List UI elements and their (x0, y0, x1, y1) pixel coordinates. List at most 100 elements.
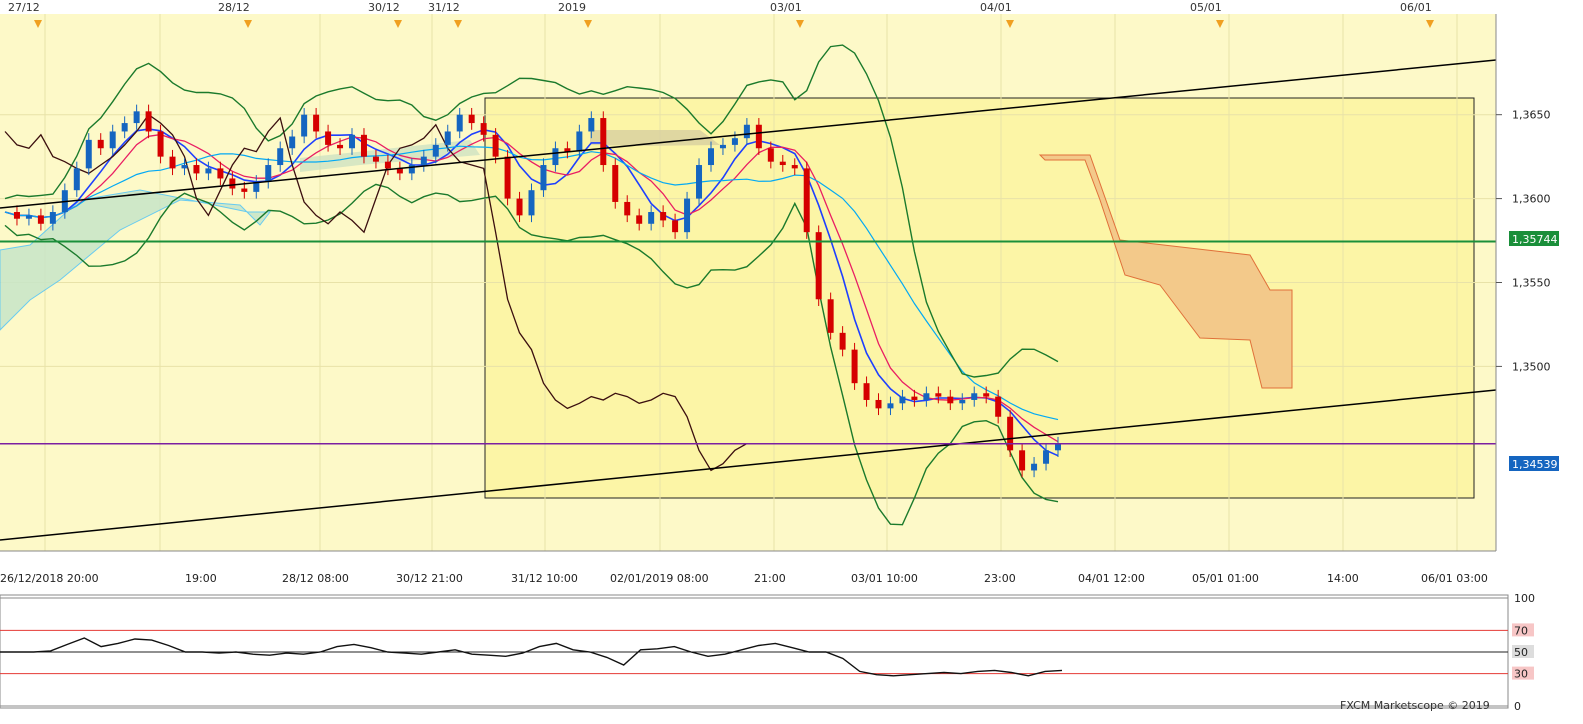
current-price-label: 1,34539 (1512, 458, 1558, 471)
candle-body (875, 399, 882, 409)
candle-body (504, 156, 511, 199)
candle-body (420, 156, 427, 166)
candle-body (696, 165, 703, 199)
price-tick-label: 1,3550 (1512, 277, 1551, 290)
price-chart-svg[interactable]: 27/12 28/12 30/12 31/12 2019 03/01 04/01 05/01 0… (0, 0, 1583, 720)
top-date-label: 04/01 (980, 1, 1012, 14)
price-tick-label: 1,3600 (1512, 193, 1551, 206)
candle-body (289, 136, 296, 149)
candle-body (241, 188, 248, 192)
candle-body (456, 114, 463, 132)
candle-body (217, 168, 224, 179)
highlight-box (484, 97, 1475, 499)
candle-body (600, 118, 607, 166)
top-date-label: 27/12 (8, 1, 40, 14)
candle-body (1031, 463, 1038, 471)
candle-body (731, 138, 738, 145)
candle-body (552, 148, 559, 166)
candle-body (121, 123, 128, 132)
candle-body (863, 383, 870, 400)
candle-body (899, 396, 906, 404)
candle-body (229, 178, 236, 189)
candle-body (743, 124, 750, 139)
candle-body (935, 393, 942, 397)
rsi-level-label: 50 (1514, 646, 1528, 659)
candle-body (384, 161, 391, 169)
candle-body (205, 168, 212, 174)
candle-body (408, 165, 415, 174)
candle-body (349, 134, 356, 149)
top-date-label: 30/12 (368, 1, 400, 14)
candle-body (707, 148, 714, 166)
time-tick-label: 03/01 10:00 (851, 572, 918, 585)
candle-body (779, 161, 786, 166)
candle-body (660, 212, 667, 221)
candle-body (911, 396, 918, 400)
candle-body (265, 165, 272, 182)
top-date-label: 03/01 (770, 1, 802, 14)
candle-body (588, 118, 595, 132)
candle-body (540, 165, 547, 191)
time-tick-label: 06/01 03:00 (1421, 572, 1488, 585)
candle-body (959, 399, 966, 404)
credit-text: FXCM Marketscope © 2019 (1340, 699, 1490, 712)
candle-body (755, 124, 762, 149)
candle-body (1043, 450, 1050, 464)
candle-body (432, 144, 439, 157)
candle-body (1019, 450, 1026, 471)
candle-body (313, 114, 320, 132)
candle-body (169, 156, 176, 169)
candle-body (1055, 443, 1061, 451)
price-tick-label: 1,3650 (1512, 109, 1551, 122)
candle-body (97, 139, 104, 149)
time-axis (0, 551, 1583, 591)
candle-body (827, 299, 834, 333)
candle-body (612, 165, 619, 202)
candle-body (337, 144, 344, 149)
candle-body (648, 212, 655, 224)
candle-body (49, 212, 56, 224)
candle-body (995, 396, 1002, 417)
rsi-level-label: 0 (1514, 700, 1521, 713)
candle-body (444, 131, 451, 145)
candle-body (636, 215, 643, 224)
time-tick-label: 04/01 12:00 (1078, 572, 1145, 585)
top-date-label: 31/12 (428, 1, 460, 14)
candle-body (109, 131, 116, 149)
candle-body (803, 168, 810, 233)
time-tick-label: 23:00 (984, 572, 1016, 585)
time-tick-label: 14:00 (1327, 572, 1359, 585)
candle-body (145, 111, 152, 132)
candle-body (576, 131, 583, 152)
candle-body (719, 144, 726, 149)
time-tick-label: 05/01 01:00 (1192, 572, 1259, 585)
top-date-label: 2019 (558, 1, 586, 14)
top-date-label: 06/01 (1400, 1, 1432, 14)
candle-body (73, 168, 80, 191)
candle-body (301, 114, 308, 137)
time-tick-label: 02/01/2019 08:00 (610, 572, 709, 585)
candle-body (468, 114, 475, 124)
rsi-level-label: 30 (1514, 668, 1528, 681)
candle-body (851, 349, 858, 384)
candle-body (193, 165, 200, 174)
candle-body (360, 134, 367, 157)
candle-body (923, 393, 930, 400)
time-tick-label: 31/12 10:00 (511, 572, 578, 585)
candle-body (528, 190, 535, 216)
candle-body (480, 123, 487, 135)
candle-body (325, 131, 332, 145)
candle-body (947, 396, 954, 404)
top-date-label: 28/12 (218, 1, 250, 14)
chart-area[interactable]: 27/12 28/12 30/12 31/12 2019 03/01 04/01 05/01 0… (0, 0, 1583, 720)
candle-body (1007, 416, 1014, 451)
candle-body (516, 198, 523, 216)
candle-body (684, 198, 691, 233)
candle-body (887, 403, 894, 409)
candle-body (624, 201, 631, 216)
candle-body (983, 393, 990, 397)
time-tick-label: 19:00 (185, 572, 217, 585)
candle-body (971, 393, 978, 400)
level-price-label: 1,35744 (1512, 233, 1558, 246)
candle-body (157, 131, 164, 157)
